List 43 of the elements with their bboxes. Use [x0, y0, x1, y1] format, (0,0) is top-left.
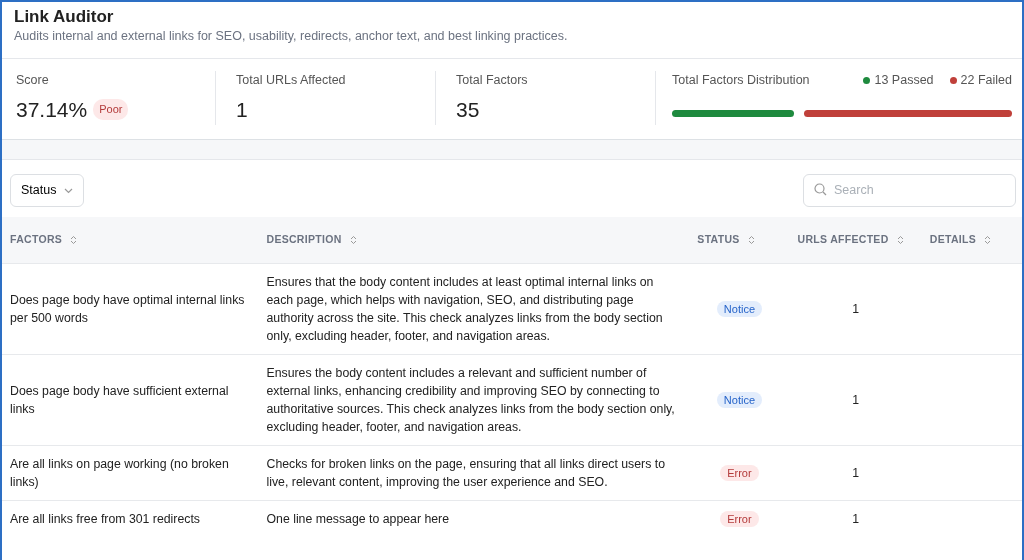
score-rating: Poor [93, 99, 129, 120]
distribution-label: Total Factors Distribution [672, 72, 810, 90]
factor-description: Ensures that the body content includes at least optimal internal links on each page, which helps with navigation, SEO, and distributing page authority across the site. This check analyzes links from the body section only, excluding header, footer, and navigation areas. [266, 274, 663, 343]
failed-dot [949, 77, 957, 84]
stat-label: Score [16, 72, 50, 90]
sort-icon [747, 235, 755, 246]
column-header[interactable]: DESCRIPTION [258, 217, 690, 264]
stat-label: Total URLs Affected [236, 72, 347, 90]
sort-icon [984, 235, 992, 246]
passed-dot [863, 77, 871, 84]
urls-affected-count: 1 [852, 301, 860, 316]
status-badge: Error [720, 464, 759, 481]
chevron-down-icon [64, 187, 74, 194]
factor-name: Are all links free from 301 redirects [10, 511, 200, 526]
column-header[interactable]: FACTORS [2, 217, 259, 264]
sort-icon [70, 235, 78, 246]
sort-icon [896, 235, 904, 246]
urls-affected-count: 1 [852, 392, 860, 407]
stat-value: 1 [236, 96, 248, 123]
page-title: Link Auditor [14, 7, 115, 28]
factor-description: Checks for broken links on the page, ensuring that all links direct users to live, relevant content, improving the user experience and SEO. [266, 456, 665, 489]
stat-value: 37.14% [16, 96, 88, 123]
sort-icon [349, 235, 357, 246]
factor-name: Are all links on page working (no broken links) [10, 456, 229, 489]
urls-affected-count: 1 [852, 511, 860, 526]
passed-count: 13 Passed [874, 72, 934, 90]
factor-description: Ensures the body content includes a relevant and sufficient number of external links, enhancing credibility and improving SEO by connecting to authoritative sources. This check analyzes links from the body section only, excluding header, footer, and navigation areas. [266, 365, 675, 434]
factor-description: One line message to appear here [266, 511, 450, 526]
factor-name: Does page body have sufficient external links [10, 383, 229, 416]
page-subtitle: Audits internal and external links for SEO, usability, redirects, anchor text, and best linking practices. [14, 28, 569, 46]
factor-name: Does page body have optimal internal links per 500 words [10, 292, 245, 325]
failed-count: 22 Failed [960, 72, 1012, 90]
stat-label: Total Factors [456, 72, 529, 90]
stat-value: 35 [456, 96, 480, 123]
status-filter-dropdown[interactable]: Status [10, 174, 85, 208]
column-header[interactable]: URLS AFFECTED [789, 217, 922, 264]
search-field[interactable]: Search [803, 174, 1016, 208]
column-header[interactable]: DETAILS [921, 217, 1022, 264]
status-badge: Notice [716, 300, 763, 317]
status-badge: Notice [716, 391, 763, 408]
status-badge: Error [720, 510, 759, 527]
column-header[interactable]: STATUS [689, 217, 790, 264]
urls-affected-count: 1 [852, 465, 860, 480]
